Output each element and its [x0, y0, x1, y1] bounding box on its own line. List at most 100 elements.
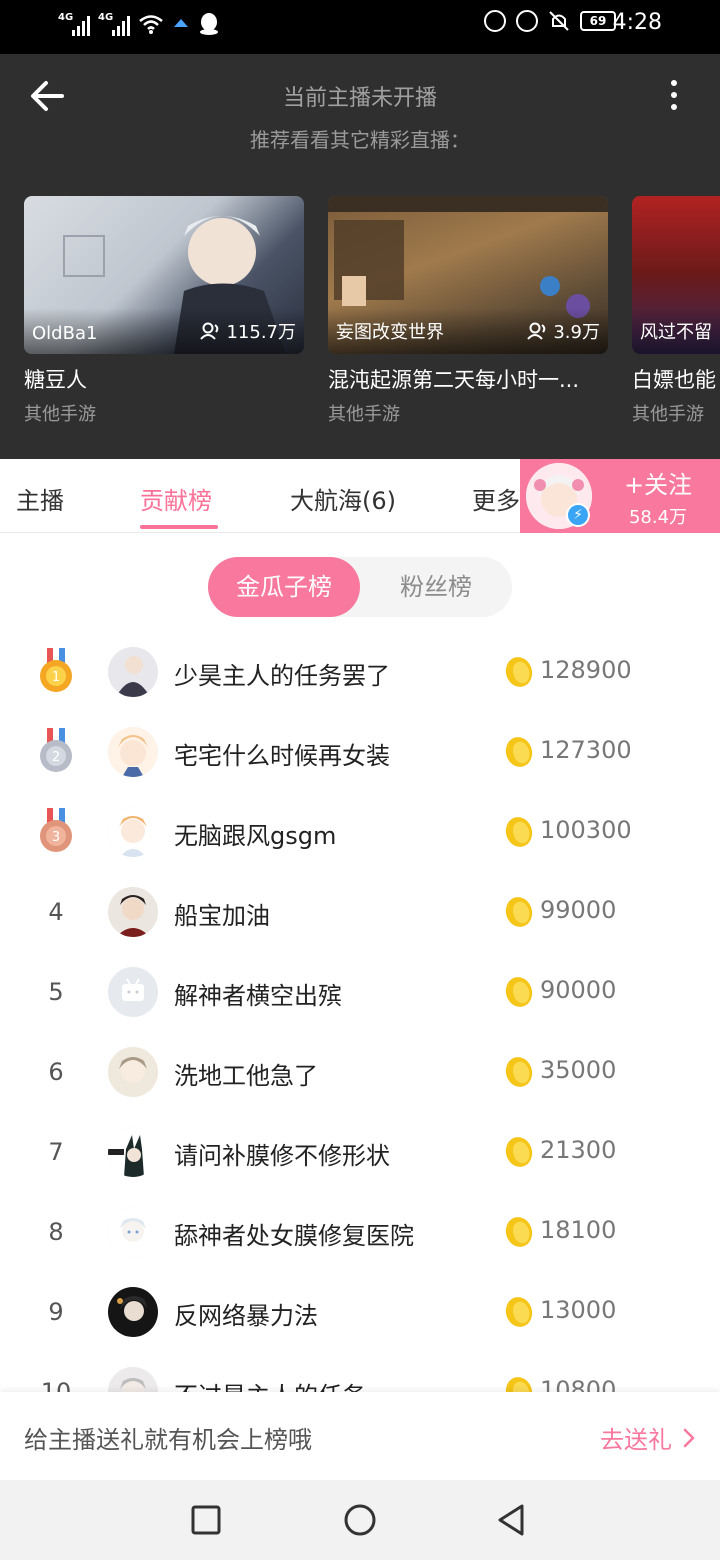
username: 少昊主人的任务罢了	[174, 662, 390, 690]
app-notification-icon	[174, 19, 188, 27]
ranking-row[interactable]: 6 洗地工他急了 35000	[0, 1032, 720, 1112]
stream-thumbnail: OldBa1 115.7万	[24, 196, 304, 354]
gold-seed-rank-tab[interactable]: 金瓜子榜	[208, 557, 360, 617]
stream-title: 糖豆人	[24, 368, 87, 392]
more-vertical-icon[interactable]	[664, 76, 684, 116]
network-type-2: 4G	[98, 12, 114, 23]
fan-rank-tab[interactable]: 粉丝榜	[360, 557, 512, 617]
svg-text:1: 1	[52, 670, 60, 685]
alarm-icon	[516, 10, 538, 32]
username: 舔神者处女膜修复医院	[174, 1222, 414, 1250]
gift-prompt-bar: 给主播送礼就有机会上榜哦 去送礼	[0, 1392, 720, 1480]
contribution-score: 13000	[540, 1296, 617, 1324]
send-gift-button[interactable]: 去送礼	[600, 1420, 696, 1455]
stream-host: 妄图改变世界	[336, 322, 444, 343]
username: 不过是主人的任务	[174, 1376, 366, 1392]
ranking-row[interactable]: 8 舔神者处女膜修复医院 18100	[0, 1192, 720, 1272]
contribution-score: 128900	[540, 656, 632, 684]
bronze-medal-icon: 3	[40, 808, 72, 852]
qq-icon	[200, 13, 218, 35]
tab-more[interactable]: 更多	[472, 481, 520, 516]
tab-streamer[interactable]: 主播	[16, 481, 64, 516]
avatar[interactable]	[108, 647, 158, 697]
username: 请问补膜修不修形状	[174, 1142, 390, 1170]
recommend-hint: 推荐看看其它精彩直播：	[250, 128, 470, 152]
gold-seed-icon	[505, 1377, 533, 1392]
active-tab-indicator	[140, 525, 218, 529]
lightning-badge-icon: ⚡	[566, 503, 590, 527]
avatar[interactable]	[108, 727, 158, 777]
contribution-score: 10800	[540, 1376, 617, 1392]
home-circle-icon[interactable]	[342, 1502, 378, 1538]
username: 解神者横空出殡	[174, 982, 342, 1010]
signal-icon: 4G	[98, 12, 130, 36]
stream-host: OldBa1	[32, 323, 98, 344]
ranking-row[interactable]: 2 宅宅什么时候再女装 127300	[0, 712, 720, 792]
contribution-score: 90000	[540, 976, 617, 1004]
tab-guard[interactable]: 大航海(6)	[290, 481, 396, 516]
username: 无脑跟风gsgm	[174, 822, 337, 850]
ranking-row[interactable]: 1 少昊主人的任务罢了 128900	[0, 632, 720, 712]
viewer-count-value: 115.7万	[226, 322, 296, 343]
svg-text:2: 2	[52, 750, 60, 765]
ranking-row[interactable]: 3 无脑跟风gsgm 100300	[0, 792, 720, 872]
username: 宅宅什么时候再女装	[174, 742, 390, 770]
gold-seed-icon	[505, 977, 533, 1007]
stream-category: 其他手游	[328, 404, 400, 425]
viewer-count: 115.7万	[200, 318, 296, 344]
tab-contribution[interactable]: 贡献榜	[140, 481, 212, 516]
username: 洗地工他急了	[174, 1062, 318, 1090]
gold-seed-icon	[505, 817, 533, 847]
rank-number: 6	[48, 1058, 64, 1086]
stream-card[interactable]: 妄图改变世界 3.9万 混沌起源第二天每小时一... 其他手游	[328, 196, 608, 426]
avatar[interactable]	[108, 1367, 158, 1392]
gold-seed-icon	[505, 897, 533, 927]
avatar[interactable]	[108, 807, 158, 857]
ranking-row[interactable]: 5 解神者横空出殡 90000	[0, 952, 720, 1032]
people-icon	[200, 322, 219, 340]
signal-icon: 4G	[58, 12, 90, 36]
gold-seed-icon	[505, 1137, 533, 1167]
avatar[interactable]	[108, 1287, 158, 1337]
recommended-streams: OldBa1 115.7万 糖豆人 其他手游 妄图改变世界 3.9万 混沌起源第…	[24, 196, 720, 436]
follow-label: +关注	[623, 471, 693, 499]
default-avatar[interactable]	[108, 967, 158, 1017]
silver-medal-icon: 2	[40, 728, 72, 772]
wifi-icon	[139, 15, 163, 34]
stream-card[interactable]: 风过不留 白嫖也能 其他手游	[632, 196, 720, 426]
ranking-row[interactable]: 7 请问补膜修不修形状 21300	[0, 1112, 720, 1192]
username: 反网络暴力法	[174, 1302, 318, 1330]
offline-notice: 当前主播未开播	[282, 86, 437, 111]
ranking-row[interactable]: 10 不过是主人的任务 10800	[0, 1352, 720, 1392]
stream-category: 其他手游	[632, 404, 704, 425]
contribution-score: 99000	[540, 896, 617, 924]
clock: 4:28	[612, 10, 662, 35]
recent-apps-square-icon[interactable]	[188, 1502, 224, 1538]
rank-number: 4	[48, 898, 64, 926]
avatar[interactable]	[108, 1047, 158, 1097]
gold-seed-icon	[505, 1297, 533, 1327]
nfc-icon	[484, 10, 506, 32]
stream-title: 混沌起源第二天每小时一...	[328, 368, 580, 392]
stream-host: 风过不留	[640, 322, 712, 343]
rank-number: 5	[48, 978, 64, 1006]
send-gift-label: 去送礼	[600, 1426, 672, 1454]
stream-card[interactable]: OldBa1 115.7万 糖豆人 其他手游	[24, 196, 304, 426]
ranking-list: 1 少昊主人的任务罢了 128900 2 宅宅什么时候再女装 127300 3 …	[0, 632, 720, 1392]
contribution-score: 18100	[540, 1216, 617, 1244]
follower-count: 58.4万	[628, 507, 688, 528]
ranking-row[interactable]: 9 反网络暴力法 13000	[0, 1272, 720, 1352]
avatar[interactable]	[108, 1127, 158, 1177]
viewer-count: 3.9万	[527, 318, 600, 344]
system-nav-bar	[0, 1480, 720, 1560]
back-triangle-icon[interactable]	[494, 1502, 530, 1538]
gold-seed-icon	[505, 1057, 533, 1087]
stream-title: 白嫖也能	[632, 368, 716, 392]
follow-button[interactable]: ⚡ +关注 58.4万	[520, 459, 720, 533]
stream-thumbnail: 妄图改变世界 3.9万	[328, 196, 608, 354]
status-bar: 4G 4G 69 4:28	[0, 0, 720, 54]
avatar[interactable]	[108, 887, 158, 937]
avatar[interactable]	[108, 1207, 158, 1257]
stream-thumbnail: 风过不留	[632, 196, 720, 354]
ranking-row[interactable]: 4 船宝加油 99000	[0, 872, 720, 952]
